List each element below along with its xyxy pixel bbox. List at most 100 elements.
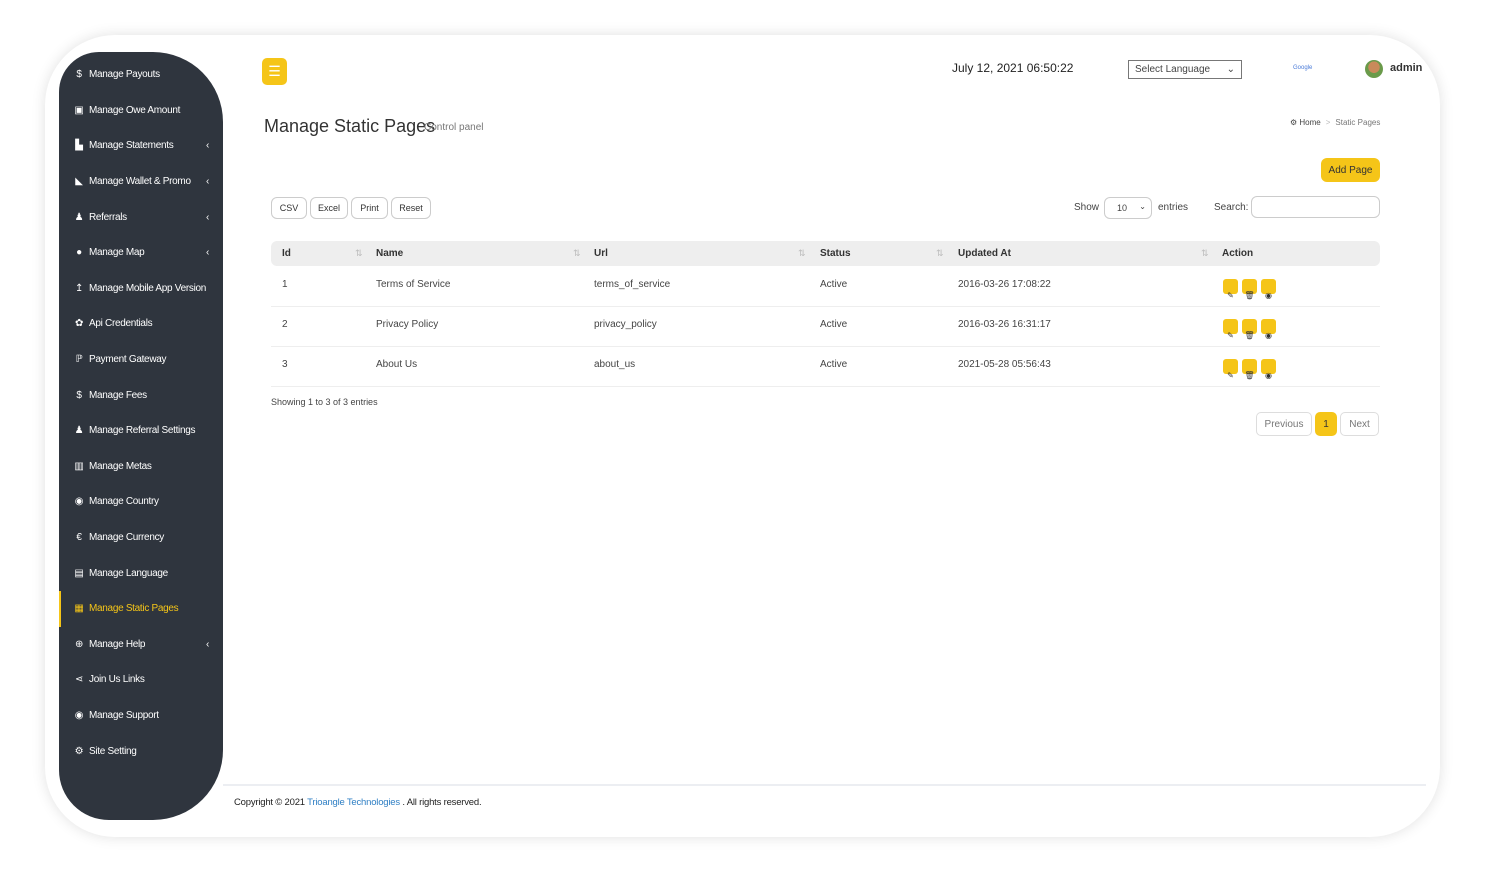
table-row: 2 Privacy Policy privacy_policy Active 2… [271, 307, 1380, 347]
language-select[interactable]: Select Language ⌄ [1128, 60, 1242, 79]
sort-icon[interactable]: ⇅ [573, 248, 581, 259]
column-action: Action [1222, 248, 1254, 259]
sidebar-item-manage-fees[interactable]: $ Manage Fees [59, 377, 223, 413]
view-button[interactable]: ◉ [1261, 319, 1276, 340]
breadcrumb-home[interactable]: Home [1299, 118, 1320, 127]
page-length-value: 10 [1117, 203, 1128, 213]
sort-icon[interactable]: ⇅ [798, 248, 806, 259]
sidebar-item-join-us-links[interactable]: ⋖ Join Us Links [59, 662, 223, 698]
sidebar-item-site-setting[interactable]: ⚙ Site Setting [59, 733, 223, 769]
company-link[interactable]: Trioangle Technologies [307, 797, 400, 808]
avatar[interactable] [1365, 60, 1383, 78]
user-name[interactable]: admin [1390, 62, 1422, 74]
sidebar-item-manage-map[interactable]: ● Manage Map ‹ [59, 235, 223, 271]
users-icon: ♟ [74, 425, 84, 437]
sort-icon[interactable]: ⇅ [1201, 248, 1209, 259]
delete-button[interactable]: 🗑 [1242, 279, 1257, 300]
view-button[interactable]: ◉ [1261, 279, 1276, 300]
sidebar-item-manage-help[interactable]: ⊕ Manage Help ‹ [59, 627, 223, 663]
dollar-icon: $ [76, 69, 82, 81]
previous-page-button[interactable]: Previous [1256, 412, 1312, 436]
sidebar-item-manage-metas[interactable]: ▥ Manage Metas [59, 449, 223, 485]
add-page-button[interactable]: Add Page [1321, 158, 1380, 182]
sidebar-item-referrals[interactable]: ♟ Referrals ‹ [59, 199, 223, 235]
cell-updated-at: 2016-03-26 17:08:22 [958, 279, 1051, 290]
edit-button[interactable]: ✎ [1223, 319, 1238, 340]
sidebar-item-manage-mobile-app-version[interactable]: ↥ Manage Mobile App Version [59, 271, 223, 307]
cell-id: 2 [282, 319, 288, 330]
page-1-button[interactable]: 1 [1315, 412, 1337, 436]
chevron-left-icon: ‹ [205, 638, 209, 650]
sidebar-item-label: Manage Metas [89, 460, 152, 472]
cell-name: Terms of Service [376, 279, 451, 290]
next-page-button[interactable]: Next [1340, 412, 1379, 436]
sidebar-item-manage-support[interactable]: ◉ Manage Support [59, 698, 223, 734]
table-info: Showing 1 to 3 of 3 entries [271, 397, 378, 407]
show-label: Show [1074, 202, 1100, 213]
breadcrumb: ⚙ Home > Static Pages [1290, 118, 1380, 127]
sidebar-item-manage-language[interactable]: ▤ Manage Language [59, 555, 223, 591]
share-icon: ⋖ [74, 674, 84, 686]
page-title: Manage Static Pages [264, 116, 436, 136]
sidebar-item-label: Join Us Links [89, 674, 145, 686]
chevron-left-icon: ‹ [205, 211, 209, 223]
menu-toggle-button[interactable]: ☰ [262, 58, 287, 85]
eye-icon: ◉ [1265, 291, 1272, 300]
pencil-icon: ✎ [1227, 291, 1234, 300]
delete-button[interactable]: 🗑 [1242, 359, 1257, 380]
excel-button[interactable]: Excel [310, 197, 348, 219]
sidebar-item-manage-referral-settings[interactable]: ♟ Manage Referral Settings [59, 413, 223, 449]
footer: Copyright © 2021 Trioangle Technologies … [234, 797, 482, 808]
sort-icon[interactable]: ⇅ [936, 248, 944, 259]
column-status[interactable]: Status [820, 248, 851, 259]
sidebar-item-manage-currency[interactable]: € Manage Currency [59, 520, 223, 556]
pencil-icon: ✎ [1227, 371, 1234, 380]
sidebar-item-manage-wallet-promo[interactable]: ◣ Manage Wallet & Promo ‹ [59, 164, 223, 200]
sidebar-item-label: Api Credentials [89, 318, 153, 330]
search-input[interactable] [1251, 196, 1380, 218]
entries-label: entries [1158, 202, 1189, 213]
page-subtitle: Control panel [424, 122, 484, 133]
area-chart-icon: ▙ [75, 140, 83, 152]
map-marker-icon: ● [76, 247, 82, 259]
sidebar-item-label: Manage Static Pages [89, 603, 179, 615]
table-row: 3 About Us about_us Active 2021-05-28 05… [271, 347, 1380, 387]
trash-icon: 🗑 [1244, 291, 1255, 300]
csv-button[interactable]: CSV [271, 197, 307, 219]
sort-icon[interactable]: ⇅ [355, 248, 363, 259]
column-name[interactable]: Name [376, 248, 403, 259]
chevron-down-icon: ⌄ [1226, 64, 1235, 75]
sidebar-item-manage-static-pages[interactable]: ▦ Manage Static Pages [59, 590, 223, 627]
sidebar-item-manage-statements[interactable]: ▙ Manage Statements ‹ [59, 128, 223, 164]
print-button[interactable]: Print [351, 197, 388, 219]
sidebar-item-label: Manage Fees [89, 389, 147, 401]
reset-button[interactable]: Reset [391, 197, 431, 219]
cell-status: Active [820, 279, 848, 290]
sidebar-item-manage-payouts[interactable]: $ Manage Payouts ‹ [59, 57, 223, 93]
sidebar-item-manage-country[interactable]: ◉ Manage Country [59, 484, 223, 520]
sidebar-item-label: Manage Mobile App Version [89, 282, 207, 294]
edit-button[interactable]: ✎ [1223, 279, 1238, 300]
sidebar-item-payment-gateway[interactable]: ℙ Payment Gateway [59, 342, 223, 378]
delete-button[interactable]: 🗑 [1242, 319, 1257, 340]
life-ring-icon: ⊕ [74, 638, 84, 650]
sidebar-item-label: Referrals [89, 211, 127, 223]
view-button[interactable]: ◉ [1261, 359, 1276, 380]
app-frame [45, 35, 1440, 837]
page-length-select[interactable]: 10 ⌄ [1104, 197, 1152, 219]
sidebar-item-label: Manage Support [89, 709, 159, 721]
users-icon: ♟ [74, 211, 84, 223]
column-updated-at[interactable]: Updated At [958, 248, 1011, 259]
rights-text: . All rights reserved. [402, 797, 482, 808]
sidebar-item-manage-owe-amount[interactable]: ▣ Manage Owe Amount [59, 93, 223, 129]
sidebar: $ Manage Payouts ‹ ▣ Manage Owe Amount ▙ Manag… [59, 52, 223, 820]
upload-icon: ↥ [74, 282, 84, 294]
column-id[interactable]: Id [282, 248, 291, 259]
sidebar-item-label: Manage Help [89, 638, 146, 650]
cell-url: about_us [594, 359, 636, 370]
column-url[interactable]: Url [594, 248, 608, 259]
sidebar-item-api-credentials[interactable]: ✿ Api Credentials [59, 306, 223, 342]
breadcrumb-current: Static Pages [1335, 118, 1381, 127]
current-datetime: July 12, 2021 06:50:22 [952, 61, 1074, 75]
edit-button[interactable]: ✎ [1223, 359, 1238, 380]
